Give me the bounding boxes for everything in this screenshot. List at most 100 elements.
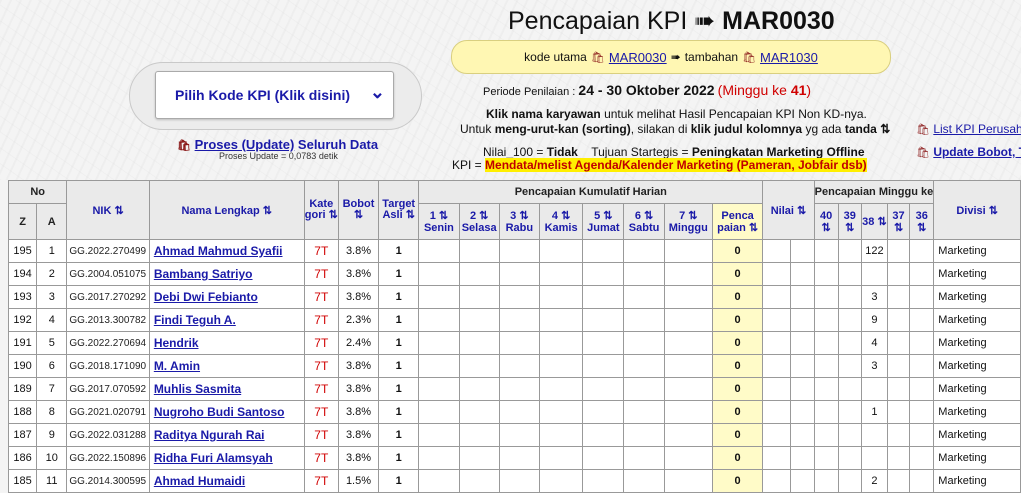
cell-z: 187 (7, 423, 38, 447)
page-title: Pencapaian KPI ➠ MAR0030 (508, 7, 835, 35)
col-week-2[interactable]: 38 ⇅ (860, 203, 888, 240)
cell-a: 5 (36, 331, 68, 355)
cell-week-1 (837, 354, 862, 378)
employee-link[interactable]: Bambang Satriyo (154, 267, 253, 281)
cell-week-3 (886, 354, 911, 378)
cell-a: 9 (36, 423, 68, 447)
cell-pencapaian: 0 (711, 469, 764, 493)
cell-week-4 (909, 354, 935, 378)
cell-nilai (762, 285, 792, 309)
list-kpi-link[interactable]: List KPI Perusaha (933, 122, 1021, 136)
cell-week-3 (886, 262, 911, 286)
col-day-2[interactable]: 2 ⇅ Selasa (458, 203, 500, 240)
table-row: 187 9 GG.2022.031288 Raditya Ngurah Rai 7T 3.… (7, 423, 1021, 447)
cell-target: 1 (378, 354, 420, 378)
cell-week-0 (813, 469, 839, 493)
cell-nilai (762, 377, 792, 401)
employee-link[interactable]: Hendrik (154, 336, 199, 350)
col-divisi[interactable]: Divisi ⇅ (933, 180, 1021, 240)
employee-link[interactable]: Ahmad Humaidi (154, 474, 245, 488)
cell-kategori: 7T (303, 285, 339, 309)
cell-week-1 (837, 308, 862, 332)
col-day-1[interactable]: 1 ⇅ Senin (418, 203, 460, 240)
col-bobot[interactable]: Bobot ⇅ (337, 180, 380, 240)
cell-week-1 (837, 285, 862, 309)
cell-day-1 (418, 285, 460, 309)
col-day-4[interactable]: 4 ⇅ Kamis (538, 203, 584, 240)
cell-bobot: 3.8% (337, 285, 380, 309)
cell-day-7 (663, 354, 713, 378)
cell-nama: Ahmad Mahmud Syafii (148, 239, 305, 263)
cell-week-1 (837, 331, 862, 355)
cell-week-0 (813, 377, 839, 401)
col-day-5[interactable]: 5 ⇅ Jumat (582, 203, 625, 240)
cell-week-0 (813, 239, 839, 263)
cell-day-2 (458, 308, 500, 332)
employee-link[interactable]: Nugroho Budi Santoso (154, 405, 285, 419)
cell-nama: Ridha Furi Alamsyah (148, 446, 305, 470)
cell-bobot: 3.8% (337, 400, 380, 424)
col-day-7[interactable]: 7 ⇅ Minggu (663, 203, 713, 240)
employee-link[interactable]: Muhlis Sasmita (154, 382, 241, 396)
cell-nilai (790, 446, 815, 470)
col-pencapaian[interactable]: Penca paian ⇅ (711, 203, 764, 240)
cell-divisi: Marketing (933, 400, 1021, 424)
cell-target: 1 (378, 285, 420, 309)
cell-day-5 (582, 308, 625, 332)
col-nik[interactable]: NIK ⇅ (66, 180, 150, 240)
cell-day-5 (582, 354, 625, 378)
cell-day-3 (498, 377, 540, 401)
cell-nilai (790, 423, 815, 447)
col-week-3[interactable]: 37 ⇅ (886, 203, 911, 240)
cell-z: 186 (7, 446, 38, 470)
cell-nik: GG.2017.070592 (66, 377, 150, 401)
employee-link[interactable]: Ridha Furi Alamsyah (154, 451, 273, 465)
col-day-3[interactable]: 3 ⇅ Rabu (498, 203, 540, 240)
col-harian-group: Pencapaian Kumulatif Harian (418, 180, 764, 204)
cell-week-0 (813, 354, 839, 378)
cell-nilai (790, 239, 815, 263)
cell-day-6 (623, 446, 665, 470)
cell-day-2 (458, 239, 500, 263)
col-nilai[interactable]: Nilai ⇅ (762, 180, 815, 240)
employee-link[interactable]: Debi Dwi Febianto (154, 290, 258, 304)
cell-nik: GG.2013.300782 (66, 308, 150, 332)
cell-pencapaian: 0 (711, 377, 764, 401)
cell-kategori: 7T (303, 400, 339, 424)
cell-day-7 (663, 331, 713, 355)
cell-kategori: 7T (303, 354, 339, 378)
cell-nama: Debi Dwi Febianto (148, 285, 305, 309)
kode-utama-link[interactable]: MAR0030 (609, 50, 667, 65)
col-week-0[interactable]: 40 ⇅ (813, 203, 839, 240)
cell-a: 7 (36, 377, 68, 401)
cell-day-4 (538, 239, 584, 263)
cell-nilai (790, 469, 815, 493)
employee-link[interactable]: M. Amin (154, 359, 200, 373)
col-kategori[interactable]: Kate gori ⇅ (303, 180, 339, 240)
cell-day-2 (458, 354, 500, 378)
cell-day-1 (418, 377, 460, 401)
cell-nama: Muhlis Sasmita (148, 377, 305, 401)
info-nilai-tujuan: Nilai_100 = Tidak Tujuan Startegis = Pen… (483, 145, 865, 159)
cell-week-4 (909, 239, 935, 263)
kpi-code-dropdown[interactable]: Pilih Kode KPI (Klik disini) ⌄ (155, 71, 394, 119)
cell-nama: M. Amin (148, 354, 305, 378)
cell-week-0 (813, 400, 839, 424)
employee-link[interactable]: Ahmad Mahmud Syafii (154, 244, 283, 258)
periode-penilaian: Periode Penilaian : 24 - 30 Oktober 2022… (483, 82, 812, 98)
col-day-6[interactable]: 6 ⇅ Sabtu (623, 203, 665, 240)
kode-tambahan-link[interactable]: MAR1030 (760, 50, 818, 65)
col-week-1[interactable]: 39 ⇅ (837, 203, 862, 240)
col-target[interactable]: Target Asli ⇅ (378, 180, 420, 240)
employee-link[interactable]: Findi Teguh A. (154, 313, 236, 327)
cell-a: 11 (36, 469, 68, 493)
cell-week-0 (813, 285, 839, 309)
col-nama[interactable]: Nama Lengkap ⇅ (148, 180, 305, 240)
update-bobot-link[interactable]: Update Bobot, T (933, 145, 1021, 159)
cell-day-7 (663, 308, 713, 332)
col-week-4[interactable]: 36 ⇅ (909, 203, 935, 240)
cell-week-3 (886, 446, 911, 470)
employee-link[interactable]: Raditya Ngurah Rai (154, 428, 265, 442)
cell-kategori: 7T (303, 446, 339, 470)
proses-update-link[interactable]: Proses (Update) (195, 137, 295, 152)
